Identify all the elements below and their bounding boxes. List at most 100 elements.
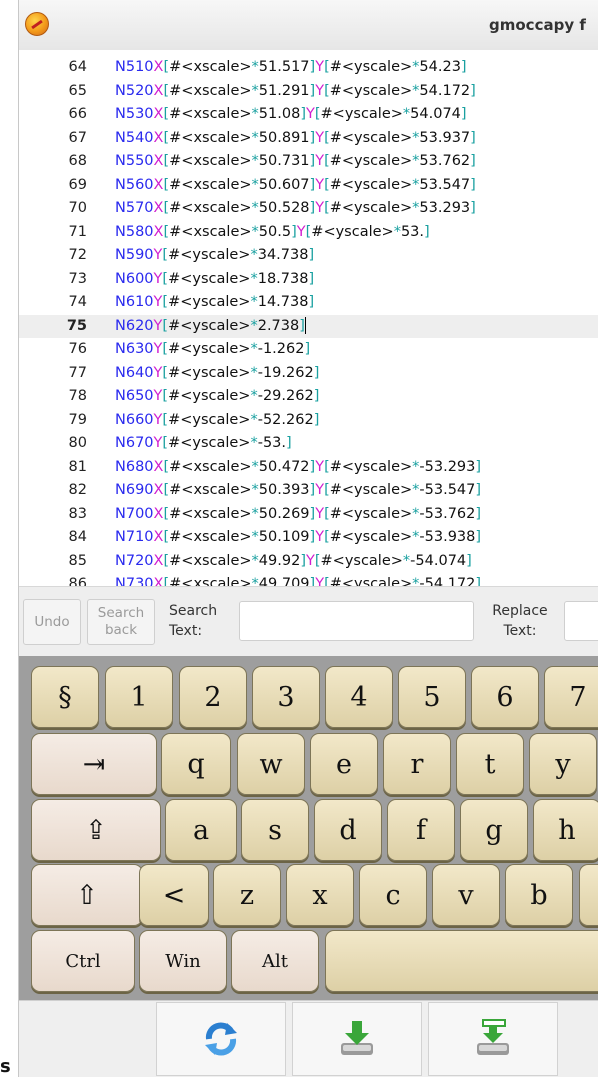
key[interactable]: w	[237, 733, 305, 795]
bottom-toolbar	[19, 1000, 598, 1077]
key[interactable]: s	[241, 799, 309, 861]
line-block-number: N720	[115, 552, 154, 569]
scale-variable: #<yscale>	[168, 411, 251, 428]
key[interactable]: 2	[179, 666, 247, 728]
multiply-operator: *	[250, 247, 258, 263]
axis-letter: Y	[315, 458, 325, 475]
editor-line[interactable]: 71 N580X[#<xscale>*50.5]Y[#<yscale>*53.]	[19, 221, 598, 245]
search-back-button[interactable]: Search back	[87, 599, 155, 645]
save-button[interactable]	[292, 1002, 422, 1076]
line-number: 85	[68, 552, 87, 569]
key[interactable]: b	[505, 864, 573, 926]
multiply-operator: *	[251, 552, 259, 569]
editor-line[interactable]: 69 N560X[#<xscale>*50.607]Y[#<yscale>*53.…	[19, 174, 598, 198]
key[interactable]: x	[286, 864, 354, 926]
editor-line[interactable]: 73 N600Y[#<yscale>*18.738]	[19, 268, 598, 292]
line-code: N640Y[#<yscale>*-19.262]	[115, 362, 319, 386]
editor-line[interactable]: 82 N690X[#<xscale>*50.393]Y[#<yscale>*-53…	[19, 479, 598, 503]
key[interactable]: ⇧	[31, 864, 143, 926]
key[interactable]: 4	[325, 666, 393, 728]
key[interactable]: Alt	[231, 930, 319, 992]
line-number: 64	[68, 59, 87, 75]
axis-letter: Y	[315, 529, 325, 545]
key[interactable]: g	[460, 799, 528, 861]
key[interactable]: h	[533, 799, 598, 861]
editor-line[interactable]: 81 N680X[#<xscale>*50.472]Y[#<yscale>*-53…	[19, 456, 598, 480]
key[interactable]: ⇪	[31, 799, 161, 861]
close-bracket: ]	[460, 106, 467, 122]
key-partial[interactable]	[579, 864, 598, 926]
key[interactable]: z	[213, 864, 281, 926]
key[interactable]: v	[432, 864, 500, 926]
editor-line[interactable]: 79 N660Y[#<yscale>*-52.262]	[19, 409, 598, 433]
key[interactable]: e	[310, 733, 378, 795]
key[interactable]: 5	[398, 666, 466, 728]
editor-line[interactable]: 78 N650Y[#<yscale>*-29.262]	[19, 385, 598, 409]
close-bracket: ]	[308, 247, 315, 263]
replace-text-input[interactable]	[564, 601, 598, 641]
editor-line[interactable]: 83 N700X[#<xscale>*50.269]Y[#<yscale>*-53…	[19, 503, 598, 527]
editor-line[interactable]: 76 N630Y[#<yscale>*-1.262]	[19, 338, 598, 362]
key[interactable]: 3	[252, 666, 320, 728]
key[interactable]: r	[383, 733, 451, 795]
key[interactable]: y	[529, 733, 597, 795]
line-number: 73	[68, 270, 87, 287]
key[interactable]: c	[359, 864, 427, 926]
axis-letter: Y	[315, 505, 325, 522]
space-key[interactable]	[325, 930, 598, 992]
editor-line[interactable]: 66 N530X[#<xscale>*51.08]Y[#<yscale>*54.0…	[19, 103, 598, 127]
editor-line[interactable]: 84 N710X[#<xscale>*50.109]Y[#<yscale>*-53…	[19, 526, 598, 550]
key[interactable]: d	[314, 799, 382, 861]
editor-line[interactable]: 77 N640Y[#<yscale>*-19.262]	[19, 362, 598, 386]
axis-letter: Y	[315, 129, 325, 146]
editor-line[interactable]: 80 N670Y[#<yscale>*-53.]	[19, 432, 598, 456]
search-text-input[interactable]	[239, 601, 474, 641]
save-as-button[interactable]	[428, 1002, 558, 1076]
editor-line[interactable]: 67 N540X[#<xscale>*50.891]Y[#<yscale>*53.…	[19, 127, 598, 151]
scale-variable: #<xscale>	[169, 552, 252, 569]
coordinate-value: -1.262	[257, 341, 305, 357]
multiply-operator: *	[251, 82, 259, 99]
key[interactable]: t	[456, 733, 524, 795]
key[interactable]: q	[161, 733, 231, 795]
editor-line[interactable]: 68 N550X[#<xscale>*50.731]Y[#<yscale>*53.…	[19, 150, 598, 174]
axis-letter: X	[153, 106, 164, 122]
key[interactable]: <	[139, 864, 209, 926]
key[interactable]: f	[387, 799, 455, 861]
gcode-editor[interactable]: 64 N510X[#<xscale>*51.517]Y[#<yscale>*54.…	[19, 50, 598, 586]
line-code: N620Y[#<yscale>*2.738]	[115, 315, 306, 339]
coordinate-value: 54.23	[419, 59, 461, 75]
key[interactable]: §	[31, 666, 99, 728]
reload-button[interactable]	[156, 1002, 286, 1076]
scale-variable: #<yscale>	[329, 59, 413, 75]
line-code: N520X[#<xscale>*51.291]Y[#<yscale>*54.17…	[115, 80, 476, 104]
editor-line[interactable]: 70 N570X[#<xscale>*50.528]Y[#<yscale>*53.…	[19, 197, 598, 221]
editor-line[interactable]: 65 N520X[#<xscale>*51.291]Y[#<yscale>*54.…	[19, 80, 598, 104]
close-bracket: ]	[470, 200, 476, 216]
line-code: N570X[#<xscale>*50.528]Y[#<yscale>*53.29…	[115, 197, 476, 221]
editor-line[interactable]: 74 N610Y[#<yscale>*14.738]	[19, 291, 598, 315]
key[interactable]: a	[165, 799, 237, 861]
key[interactable]: Ctrl	[31, 930, 135, 992]
multiply-operator: *	[250, 388, 258, 404]
scale-variable: #<yscale>	[329, 176, 413, 193]
editor-line[interactable]: 64 N510X[#<xscale>*51.517]Y[#<yscale>*54.…	[19, 56, 598, 80]
line-code: N600Y[#<yscale>*18.738]	[115, 268, 314, 292]
scale-variable: #<yscale>	[329, 129, 413, 146]
editor-line[interactable]: 75 N620Y[#<yscale>*2.738]	[19, 314, 598, 339]
scale-variable: #<xscale>	[169, 576, 252, 586]
line-number: 79	[68, 411, 87, 428]
key[interactable]: ⇥	[31, 733, 157, 795]
coordinate-value: 50.528	[258, 200, 310, 216]
key[interactable]: 6	[471, 666, 539, 728]
scale-variable: #<xscale>	[169, 223, 252, 240]
editor-line[interactable]: 72 N590Y[#<yscale>*34.738]	[19, 244, 598, 268]
key[interactable]: 1	[105, 666, 173, 728]
line-code: N550X[#<xscale>*50.731]Y[#<yscale>*53.76…	[115, 150, 476, 174]
editor-line[interactable]: 86 N730X[#<xscale>*49.709]Y[#<yscale>*-54…	[19, 573, 598, 586]
key[interactable]: 7	[544, 666, 598, 728]
key[interactable]: Win	[139, 930, 227, 992]
close-bracket: ]	[308, 270, 315, 287]
editor-line[interactable]: 85 N720X[#<xscale>*49.92]Y[#<yscale>*-54.…	[19, 550, 598, 574]
undo-button[interactable]: Undo	[23, 599, 81, 645]
